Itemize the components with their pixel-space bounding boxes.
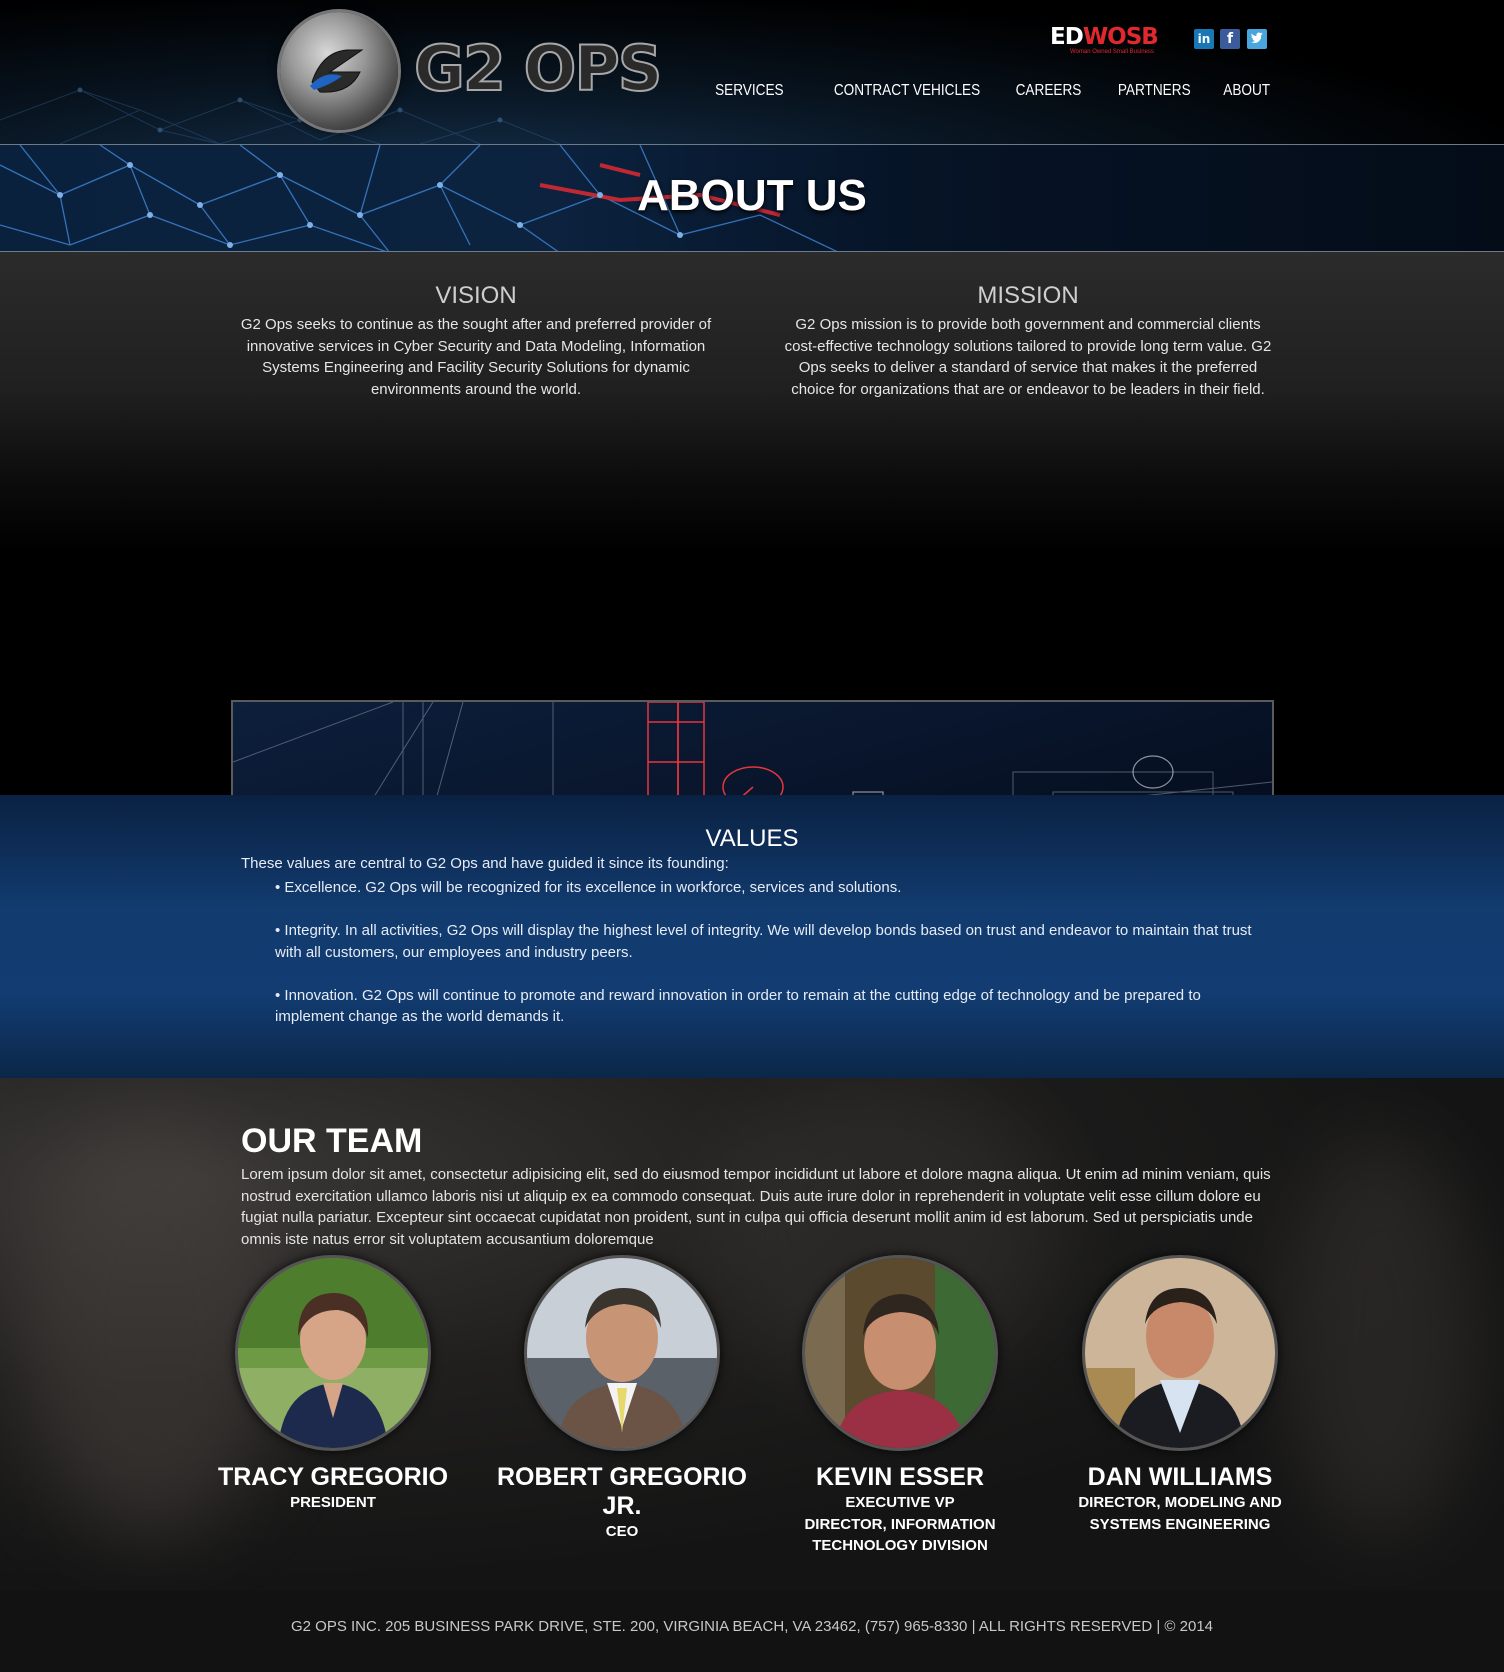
team-intro-text: Lorem ipsum dolor sit amet, consectetur …	[241, 1166, 1271, 1248]
badge-wosb-text: WOSB	[1082, 24, 1159, 50]
member-name: TRACY GREGORIO	[217, 1463, 449, 1491]
values-intro: These values are central to G2 Ops and h…	[241, 855, 729, 872]
site-header: G2 OPS EDWOSB Woman Owned Small Business…	[0, 0, 1504, 144]
nav-careers[interactable]: CAREERS	[1015, 82, 1081, 100]
main-nav: SERVICES CONTRACT VEHICLES CAREERS PARTN…	[703, 82, 1270, 100]
mission-heading: MISSION	[977, 282, 1079, 309]
vision-text: G2 Ops seeks to continue as the sought a…	[240, 316, 712, 398]
background-blur	[1280, 1138, 1480, 1538]
member-name: KEVIN ESSER	[815, 1463, 985, 1491]
team-member-card[interactable]: DAN WILLIAMS DIRECTOR, MODELING AND SYST…	[1050, 1255, 1310, 1535]
values-heading: VALUES	[705, 825, 799, 852]
avatar[interactable]	[524, 1255, 720, 1451]
badge-subtitle: Woman Owned Small Business	[1070, 49, 1154, 55]
list-item: Innovation. G2 Ops will continue to prom…	[275, 985, 1270, 1028]
site-footer: G2 OPS INC. 205 BUSINESS PARK DRIVE, STE…	[0, 1591, 1504, 1672]
page-title: ABOUT US	[637, 171, 867, 220]
list-item: Integrity. In all activities, G2 Ops wil…	[275, 920, 1270, 963]
values-section: VALUES These values are central to G2 Op…	[0, 795, 1504, 1078]
member-title: CEO	[605, 1523, 639, 1540]
list-item: Excellence. G2 Ops will be recognized fo…	[275, 877, 1270, 899]
twitter-bird-glyph	[1251, 32, 1263, 43]
logo-mark-icon	[310, 49, 364, 93]
facebook-icon[interactable]: f	[1220, 29, 1240, 49]
logo-emblem[interactable]	[280, 12, 398, 130]
member-title: EXECUTIVE VP DIRECTOR, INFORMATION TECHN…	[804, 1494, 996, 1554]
logo-wordmark[interactable]: G2 OPS	[413, 37, 663, 101]
mission-block: MISSION G2 Ops mission is to provide bot…	[782, 282, 1274, 400]
avatar[interactable]	[802, 1255, 998, 1451]
vision-block: VISION G2 Ops seeks to continue as the s…	[230, 282, 722, 400]
member-name: ROBERT GREGORIO JR.	[496, 1463, 747, 1520]
nav-services[interactable]: SERVICES	[715, 82, 784, 100]
nav-about[interactable]: ABOUT	[1223, 82, 1270, 100]
nav-contract-vehicles[interactable]: CONTRACT VEHICLES	[834, 82, 980, 100]
linkedin-icon[interactable]: in	[1194, 29, 1214, 49]
footer-text: G2 OPS INC. 205 BUSINESS PARK DRIVE, STE…	[290, 1618, 1214, 1635]
team-member-card[interactable]: TRACY GREGORIO PRESIDENT	[203, 1255, 463, 1514]
member-title: DIRECTOR, MODELING AND SYSTEMS ENGINEERI…	[1078, 1494, 1282, 1533]
member-name: DAN WILLIAMS	[1087, 1463, 1273, 1491]
edwosb-badge: EDWOSB Woman Owned Small Business	[1050, 26, 1168, 56]
team-section: OUR TEAM Lorem ipsum dolor sit amet, con…	[0, 1078, 1504, 1591]
team-heading: OUR TEAM	[241, 1122, 423, 1160]
values-list: Excellence. G2 Ops will be recognized fo…	[275, 877, 1270, 1049]
badge-ed-text: ED	[1050, 24, 1084, 50]
avatar[interactable]	[1082, 1255, 1278, 1451]
team-member-card[interactable]: ROBERT GREGORIO JR. CEO	[492, 1255, 752, 1543]
vision-mission-section: VISION G2 Ops seeks to continue as the s…	[0, 252, 1504, 993]
twitter-icon[interactable]	[1247, 29, 1267, 49]
member-title: PRESIDENT	[290, 1494, 376, 1511]
nav-partners[interactable]: PARTNERS	[1118, 82, 1191, 100]
mission-text: G2 Ops mission is to provide both govern…	[784, 316, 1272, 398]
vision-heading: VISION	[435, 282, 517, 309]
avatar[interactable]	[235, 1255, 431, 1451]
hero-banner: ABOUT US	[0, 144, 1504, 252]
network-graphic	[0, 87, 561, 144]
team-member-card[interactable]: KEVIN ESSER EXECUTIVE VP DIRECTOR, INFOR…	[770, 1255, 1030, 1557]
